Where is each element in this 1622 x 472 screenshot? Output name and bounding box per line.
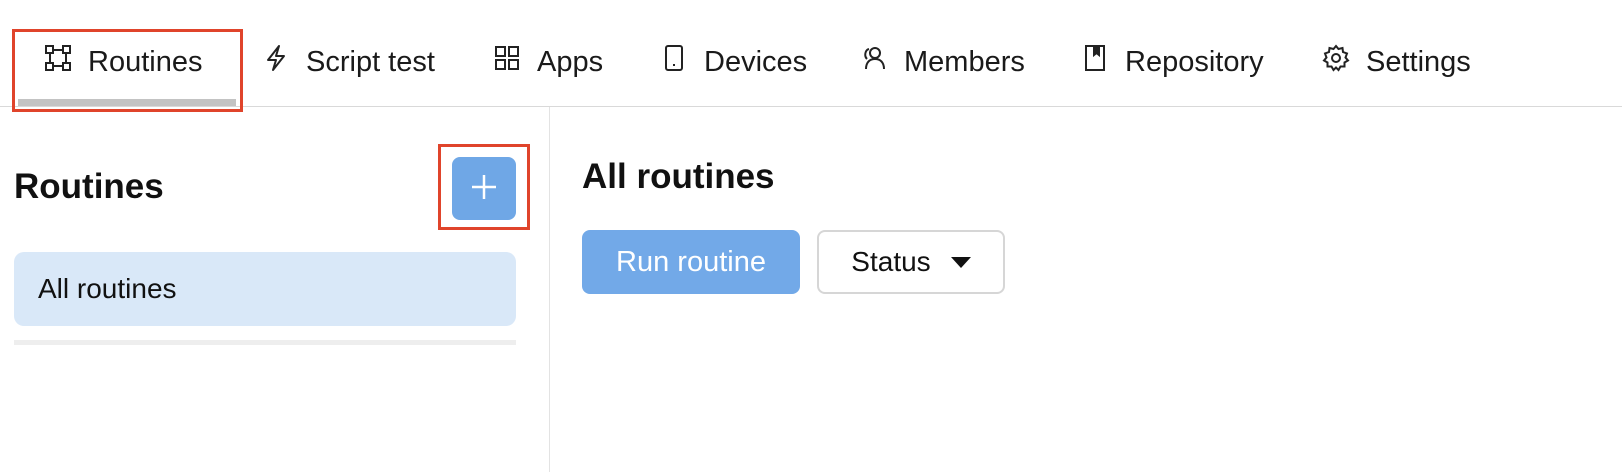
run-routine-label: Run routine bbox=[616, 245, 766, 278]
tab-devices-label: Devices bbox=[704, 45, 808, 78]
sidebar-item-all-routines[interactable]: All routines bbox=[14, 252, 516, 326]
tab-devices[interactable]: Devices bbox=[660, 38, 807, 86]
active-tab-indicator bbox=[18, 99, 236, 106]
device-icon bbox=[660, 44, 688, 80]
tab-settings[interactable]: Settings bbox=[1322, 38, 1471, 86]
caret-down-icon bbox=[950, 256, 971, 268]
tab-repository-label: Repository bbox=[1125, 45, 1264, 78]
sidebar-divider bbox=[549, 107, 550, 472]
grid-icon bbox=[493, 44, 521, 80]
status-filter-label: Status bbox=[851, 246, 931, 277]
tab-settings-label: Settings bbox=[1366, 45, 1471, 78]
book-icon bbox=[1081, 44, 1109, 80]
plus-icon bbox=[469, 172, 499, 205]
lightning-icon bbox=[262, 44, 290, 80]
tab-routines-label: Routines bbox=[88, 45, 203, 78]
run-routine-button[interactable]: Run routine bbox=[582, 230, 800, 294]
tab-repository[interactable]: Repository bbox=[1081, 38, 1264, 86]
routines-icon bbox=[44, 44, 72, 80]
add-routine-button[interactable] bbox=[452, 157, 516, 220]
status-filter-dropdown[interactable]: Status bbox=[817, 230, 1005, 294]
tab-routines[interactable]: Routines bbox=[44, 38, 202, 86]
tab-apps-label: Apps bbox=[537, 45, 604, 78]
gear-icon bbox=[1322, 44, 1350, 80]
sidebar-item-label: All routines bbox=[38, 273, 177, 304]
sidebar-title: Routines bbox=[14, 167, 164, 206]
tab-members[interactable]: Members bbox=[860, 38, 1025, 86]
tab-members-label: Members bbox=[904, 45, 1025, 78]
sidebar-separator bbox=[14, 340, 516, 345]
tab-script-test[interactable]: Script test bbox=[262, 38, 435, 86]
page-title: All routines bbox=[582, 157, 775, 196]
tab-script-test-label: Script test bbox=[306, 45, 435, 78]
top-nav: Routines Script test Apps Devices Member… bbox=[0, 0, 1622, 107]
members-icon bbox=[860, 44, 888, 80]
tab-apps[interactable]: Apps bbox=[493, 38, 603, 86]
